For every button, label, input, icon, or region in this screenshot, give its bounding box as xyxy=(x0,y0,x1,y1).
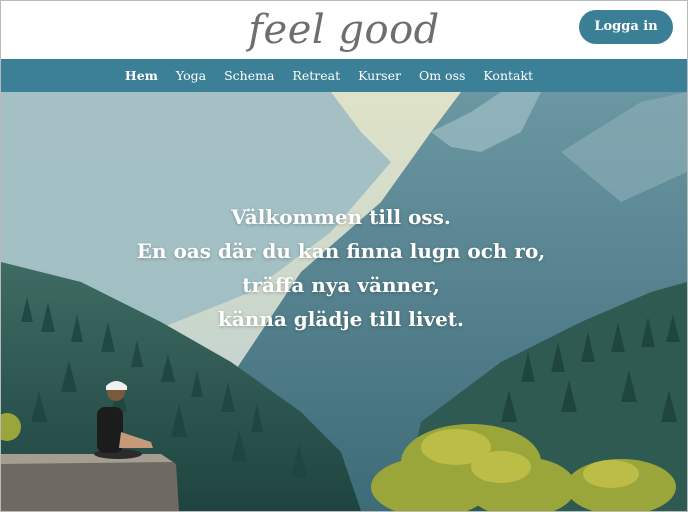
nav-item-kontakt[interactable]: Kontakt xyxy=(474,59,542,92)
nav-item-yoga[interactable]: Yoga xyxy=(167,59,215,92)
nav-item-hem[interactable]: Hem xyxy=(116,59,167,92)
page-frame: feel good Logga in Hem Yoga Schema Retre… xyxy=(0,0,688,512)
main-nav: Hem Yoga Schema Retreat Kurser Om oss Ko… xyxy=(1,59,687,92)
nav-item-retreat[interactable]: Retreat xyxy=(283,59,349,92)
site-header: feel good Logga in xyxy=(1,1,687,59)
login-button[interactable]: Logga in xyxy=(579,10,673,44)
nav-item-om-oss[interactable]: Om oss xyxy=(410,59,474,92)
hero-line-3: träffa nya vänner, xyxy=(242,273,440,297)
hero-line-1: Välkommen till oss. xyxy=(231,205,451,229)
hero-line-2: En oas där du kan finna lugn och ro, xyxy=(136,239,546,263)
nav-item-kurser[interactable]: Kurser xyxy=(349,59,410,92)
nav-items: Hem Yoga Schema Retreat Kurser Om oss Ko… xyxy=(1,59,687,92)
hero-line-4: känna glädje till livet. xyxy=(217,307,464,331)
hero-tagline: Välkommen till oss. En oas där du kan fi… xyxy=(61,200,621,336)
hero-section: Välkommen till oss. En oas där du kan fi… xyxy=(1,92,687,511)
nav-item-schema[interactable]: Schema xyxy=(215,59,283,92)
